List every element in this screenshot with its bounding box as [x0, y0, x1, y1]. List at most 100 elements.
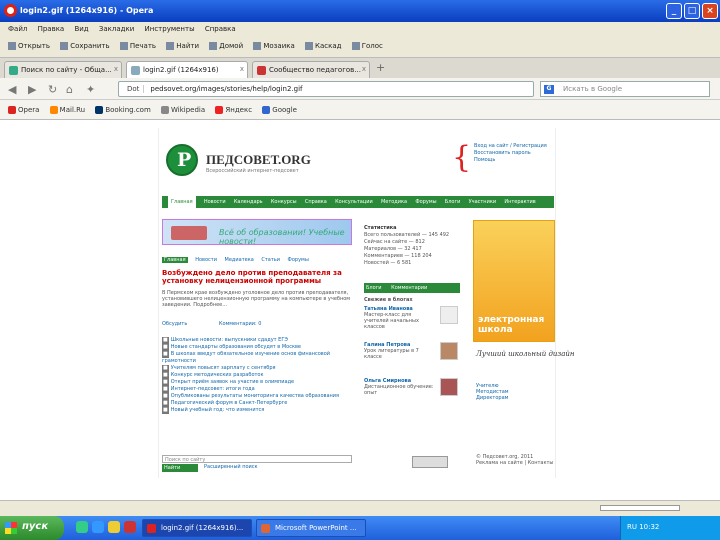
- footer-link[interactable]: Расширенный поиск: [204, 464, 258, 470]
- list-item[interactable]: ■ Учителям повысят зарплату с сентября: [162, 365, 352, 372]
- reload-icon[interactable]: ↻: [48, 83, 57, 96]
- nav-item[interactable]: Новости: [204, 196, 226, 208]
- list-item[interactable]: ■ Открыт приём заявок на участие в олимпи…: [162, 379, 352, 386]
- close-button[interactable]: ×: [702, 3, 718, 19]
- wand-icon[interactable]: ✦: [86, 83, 95, 96]
- new-tab-icon[interactable]: +: [376, 61, 385, 74]
- list-item[interactable]: ■ Педагогический форум в Санкт-Петербурге: [162, 400, 352, 407]
- taskbar-opera[interactable]: login2.gif (1264x916)...: [142, 519, 252, 537]
- nav-item[interactable]: Участники: [469, 196, 497, 208]
- home-button[interactable]: Домой: [209, 42, 243, 50]
- find-button[interactable]: Найти: [166, 42, 199, 50]
- help-link[interactable]: Помощь: [474, 157, 547, 164]
- nav-item[interactable]: Форумы: [415, 196, 436, 208]
- content-tab[interactable]: Новости: [195, 257, 217, 263]
- nav-item[interactable]: Главная: [168, 196, 196, 208]
- cascade-button[interactable]: Каскад: [305, 42, 341, 50]
- close-tab-icon[interactable]: x: [240, 65, 244, 73]
- ie-icon[interactable]: [92, 521, 104, 533]
- home-nav-icon[interactable]: ⌂: [66, 83, 73, 96]
- opera-icon[interactable]: [124, 521, 136, 533]
- quicklaunch-icon[interactable]: [76, 521, 88, 533]
- tab-community[interactable]: Сообщество педагогов... x: [252, 61, 370, 78]
- forward-icon[interactable]: ▶: [28, 83, 36, 96]
- open-button[interactable]: Открыть: [8, 42, 50, 50]
- content-tab[interactable]: Форумы: [288, 257, 309, 263]
- address-input[interactable]: Dot pedsovet.org/images/stories/help/logi…: [118, 81, 534, 97]
- restore-password-link[interactable]: Восстановить пароль: [474, 150, 547, 157]
- list-item[interactable]: ■ Конкурс методических разработок: [162, 372, 352, 379]
- site-logo-text[interactable]: ПЕДСОВЕТ.ORG: [206, 152, 311, 168]
- content-tab[interactable]: Главная: [162, 257, 188, 263]
- menu-view[interactable]: Вид: [74, 22, 88, 36]
- footer-search-input[interactable]: Поиск по сайту: [162, 455, 352, 463]
- list-item[interactable]: ■ Интернет-педсовет: итоги года: [162, 386, 352, 393]
- tab-search[interactable]: Поиск по сайту - Обща... x: [4, 61, 122, 78]
- voice-button[interactable]: Голос: [351, 42, 383, 50]
- nav-item[interactable]: Интерактив: [504, 196, 535, 208]
- list-item[interactable]: ■ В школах введут обязательное изучение о…: [162, 351, 352, 365]
- nav-item[interactable]: Справка: [305, 196, 327, 208]
- tile-button[interactable]: Мозаика: [253, 42, 295, 50]
- comments-link[interactable]: Комментарии: 0: [219, 321, 262, 327]
- bookmark-google[interactable]: Google: [262, 106, 297, 114]
- tab-blogs[interactable]: Блоги: [366, 285, 382, 291]
- maximize-button[interactable]: □: [684, 3, 700, 19]
- promo-banner[interactable]: Всё об образовании! Учебные новости!: [162, 219, 352, 246]
- counter-badge[interactable]: [412, 456, 448, 468]
- avatar[interactable]: [440, 342, 458, 360]
- google-icon[interactable]: G: [544, 85, 554, 94]
- avatar[interactable]: [440, 306, 458, 324]
- bookmark-booking[interactable]: Booking.com: [95, 106, 151, 114]
- taskbar-powerpoint[interactable]: Microsoft PowerPoint ...: [256, 519, 366, 537]
- content-tab[interactable]: Медиатека: [225, 257, 254, 263]
- nav-item[interactable]: Методика: [381, 196, 407, 208]
- discuss-link[interactable]: Обсудить: [162, 321, 187, 327]
- bookmark-mailru[interactable]: Mail.Ru: [49, 106, 85, 114]
- site-logo-icon[interactable]: [166, 144, 198, 176]
- footer-search-button[interactable]: Найти: [162, 464, 198, 472]
- bookmarks-bar: Opera Mail.Ru Booking.com Wikipedia Янде…: [0, 100, 720, 120]
- bookmark-wikipedia[interactable]: Wikipedia: [161, 106, 205, 114]
- close-tab-icon[interactable]: x: [114, 65, 118, 73]
- minimize-button[interactable]: _: [666, 3, 682, 19]
- summary-links: Обсудить Комментарии: 0: [162, 321, 262, 327]
- list-item[interactable]: Татьяна Иванова Мастер-класс для учителей…: [364, 306, 460, 342]
- menu-bookmarks[interactable]: Закладки: [99, 22, 134, 36]
- nav-item[interactable]: Конкурсы: [271, 196, 297, 208]
- tab-comments[interactable]: Комментарии: [391, 285, 427, 291]
- window-titlebar[interactable]: login2.gif (1264x916) - Opera _ □ ×: [0, 0, 720, 22]
- menu-file[interactable]: Файл: [8, 22, 27, 36]
- back-icon[interactable]: ◀: [8, 83, 16, 96]
- bookmark-opera[interactable]: Opera: [8, 106, 39, 114]
- news-headline[interactable]: Возбуждено дело против преподавателя за …: [162, 269, 352, 285]
- bookmark-yandex[interactable]: Яндекс: [215, 106, 252, 114]
- nav-item[interactable]: Календарь: [234, 196, 263, 208]
- start-button[interactable]: пуск: [0, 516, 64, 540]
- folder-icon[interactable]: [108, 521, 120, 533]
- search-input[interactable]: G Искать в Google: [540, 81, 710, 97]
- nav-item[interactable]: Консультации: [335, 196, 373, 208]
- menu-help[interactable]: Справка: [205, 22, 236, 36]
- list-item[interactable]: Ольга Смирнова Дистанционное обучение: оп…: [364, 378, 460, 408]
- ad-banner[interactable]: электронная школа: [473, 220, 555, 342]
- menu-edit[interactable]: Правка: [38, 22, 65, 36]
- zoom-slider[interactable]: [600, 505, 680, 511]
- tab-login-gif[interactable]: login2.gif (1264x916) x: [126, 61, 248, 78]
- system-tray[interactable]: RU 10:32: [620, 516, 720, 540]
- list-item[interactable]: Галина Петрова Урок литературы в 7 классе: [364, 342, 460, 378]
- list-item[interactable]: ■ Новые стандарты образования обсудят в М…: [162, 344, 352, 351]
- ad-design[interactable]: Лучший школьный дизайн: [476, 350, 575, 358]
- save-button[interactable]: Сохранить: [60, 42, 110, 50]
- print-button[interactable]: Печать: [119, 42, 156, 50]
- side-link[interactable]: Директорам: [476, 395, 509, 401]
- login-link[interactable]: Вход на сайт / Регистрация: [474, 143, 547, 150]
- list-item[interactable]: ■ Новый учебный год: что изменится: [162, 407, 352, 414]
- list-item[interactable]: ■ Опубликованы результаты мониторинга кач…: [162, 393, 352, 400]
- list-item[interactable]: ■ Школьные новости: выпускники сдадут ЕГЭ: [162, 337, 352, 344]
- close-tab-icon[interactable]: x: [362, 65, 366, 73]
- avatar[interactable]: [440, 378, 458, 396]
- content-tab[interactable]: Статьи: [261, 257, 280, 263]
- menu-tools[interactable]: Инструменты: [145, 22, 195, 36]
- nav-item[interactable]: Блоги: [445, 196, 461, 208]
